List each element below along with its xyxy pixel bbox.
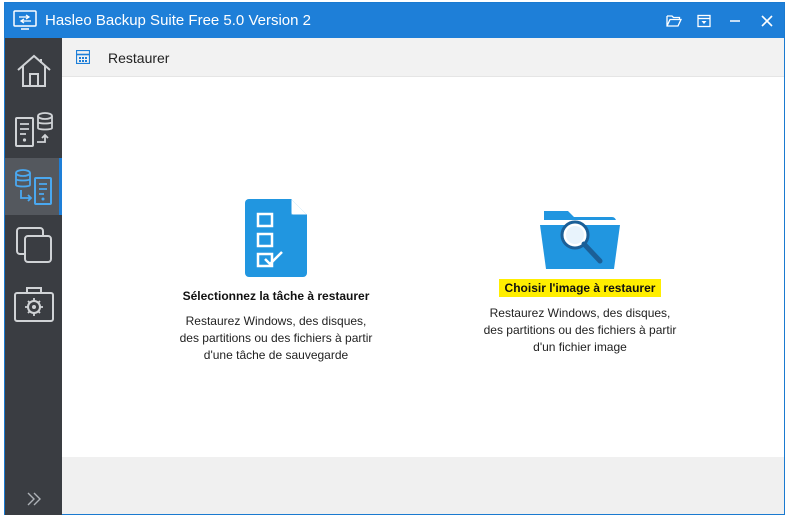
minimize-button[interactable]: [724, 10, 746, 32]
backup-icon: [14, 111, 53, 147]
option-description: Restaurez Windows, des disques, des part…: [146, 313, 406, 364]
choose-image-option[interactable]: Choisir l'image à restaurer Restaurez Wi…: [450, 207, 710, 356]
grid-icon: [76, 50, 90, 64]
footer-bar: [62, 457, 784, 514]
sidebar-item-home[interactable]: [5, 42, 62, 99]
folder-search-icon: [540, 211, 620, 269]
home-icon: [16, 54, 51, 87]
close-icon: [761, 15, 773, 27]
sidebar: [5, 38, 62, 515]
open-folder-icon: [666, 15, 682, 27]
double-chevron-right-icon: [27, 492, 41, 506]
option-title: Sélectionnez la tâche à restaurer: [182, 289, 370, 303]
task-list-icon: [245, 199, 307, 277]
tools-icon: [13, 286, 54, 322]
main-content: Sélectionnez la tâche à restaurer Restau…: [62, 77, 784, 457]
sidebar-item-tools[interactable]: [5, 275, 62, 332]
page-header: Restaurer: [62, 38, 784, 77]
app-window: Hasleo Backup Suite Free 5.0 Version 2 R…: [4, 2, 785, 515]
description-line: des partitions ou des fichiers à partir: [483, 323, 677, 337]
menu-button[interactable]: [693, 10, 715, 32]
sidebar-item-restore[interactable]: [5, 158, 62, 215]
description-line: Restaurez Windows, des disques,: [489, 306, 671, 320]
option-title: Choisir l'image à restaurer: [498, 279, 662, 297]
description-line: des partitions ou des fichiers à partir: [179, 331, 373, 345]
open-folder-button[interactable]: [663, 10, 685, 32]
menu-icon: [697, 14, 711, 28]
description-line: Restaurez Windows, des disques,: [185, 314, 367, 328]
description-line: d'une tâche de sauvegarde: [203, 348, 349, 362]
clone-icon: [15, 226, 52, 263]
minimize-icon: [730, 20, 740, 22]
expand-sidebar-button[interactable]: [5, 489, 62, 509]
app-logo-icon: [13, 10, 37, 30]
restore-icon: [14, 168, 52, 205]
page-title: Restaurer: [108, 50, 170, 66]
sidebar-item-clone[interactable]: [5, 216, 62, 273]
description-line: d'un fichier image: [533, 340, 627, 354]
title-bar: Hasleo Backup Suite Free 5.0 Version 2: [5, 3, 784, 38]
close-button[interactable]: [756, 10, 778, 32]
option-description: Restaurez Windows, des disques, des part…: [450, 305, 710, 356]
window-title: Hasleo Backup Suite Free 5.0 Version 2: [45, 12, 311, 29]
select-task-option[interactable]: Sélectionnez la tâche à restaurer Restau…: [146, 199, 406, 364]
sidebar-item-backup[interactable]: [5, 101, 62, 158]
